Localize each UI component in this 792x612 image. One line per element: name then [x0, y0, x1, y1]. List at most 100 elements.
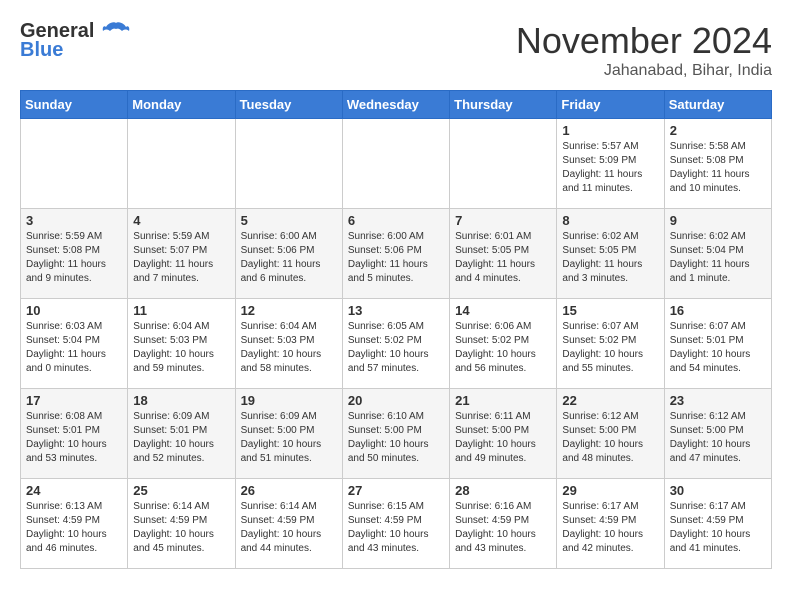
- day-number: 17: [26, 393, 122, 408]
- day-number: 1: [562, 123, 658, 138]
- weekday-header-tuesday: Tuesday: [235, 91, 342, 119]
- calendar-cell: [21, 119, 128, 209]
- day-info: Sunrise: 5:58 AM Sunset: 5:08 PM Dayligh…: [670, 140, 766, 196]
- day-info: Sunrise: 5:57 AM Sunset: 5:09 PM Dayligh…: [562, 140, 658, 196]
- day-number: 10: [26, 303, 122, 318]
- calendar-cell: 7 Sunrise: 6:01 AM Sunset: 5:05 PM Daylig…: [450, 209, 557, 299]
- calendar-cell: [450, 119, 557, 209]
- day-number: 20: [348, 393, 444, 408]
- calendar-cell: [235, 119, 342, 209]
- day-number: 23: [670, 393, 766, 408]
- weekday-header-monday: Monday: [128, 91, 235, 119]
- day-number: 4: [133, 213, 229, 228]
- calendar-cell: 25Sunrise: 6:14 AM Sunset: 4:59 PM Dayli…: [128, 479, 235, 569]
- calendar-week-row: 3Sunrise: 5:59 AM Sunset: 5:08 PM Daylig…: [21, 209, 772, 299]
- day-info: Sunrise: 6:17 AM Sunset: 4:59 PM Dayligh…: [562, 500, 658, 556]
- day-number: 15: [562, 303, 658, 318]
- day-number: 28: [455, 483, 551, 498]
- day-info: Sunrise: 6:09 AM Sunset: 5:01 PM Dayligh…: [133, 410, 229, 466]
- calendar-cell: 27 Sunrise: 6:15 AM Sunset: 4:59 PM Dayli…: [342, 479, 449, 569]
- day-number: 14: [455, 303, 551, 318]
- logo-line2: Blue: [20, 39, 63, 62]
- day-info: Sunrise: 6:04 AM Sunset: 5:03 PM Dayligh…: [241, 320, 337, 376]
- calendar-cell: 26 Sunrise: 6:14 AM Sunset: 4:59 PM Dayli…: [235, 479, 342, 569]
- calendar-cell: 19 Sunrise: 6:09 AM Sunset: 5:00 PM Dayli…: [235, 389, 342, 479]
- day-number: 12: [241, 303, 337, 318]
- day-info: Sunrise: 6:08 AM Sunset: 5:01 PM Dayligh…: [26, 410, 122, 466]
- day-number: 27: [348, 483, 444, 498]
- location-subtitle: Jahanabad, Bihar, India: [516, 62, 772, 80]
- day-info: Sunrise: 6:17 AM Sunset: 4:59 PM Dayligh…: [670, 500, 766, 556]
- weekday-header-sunday: Sunday: [21, 91, 128, 119]
- day-info: Sunrise: 6:07 AM Sunset: 5:02 PM Dayligh…: [562, 320, 658, 376]
- calendar-cell: 16Sunrise: 6:07 AM Sunset: 5:01 PM Dayli…: [664, 299, 771, 389]
- day-number: 26: [241, 483, 337, 498]
- weekday-header-friday: Friday: [557, 91, 664, 119]
- day-info: Sunrise: 6:15 AM Sunset: 4:59 PM Dayligh…: [348, 500, 444, 556]
- day-info: Sunrise: 6:16 AM Sunset: 4:59 PM Dayligh…: [455, 500, 551, 556]
- calendar-cell: 24 Sunrise: 6:13 AM Sunset: 4:59 PM Dayli…: [21, 479, 128, 569]
- calendar-cell: 22 Sunrise: 6:12 AM Sunset: 5:00 PM Dayli…: [557, 389, 664, 479]
- day-number: 13: [348, 303, 444, 318]
- calendar-cell: 20 Sunrise: 6:10 AM Sunset: 5:00 PM Dayli…: [342, 389, 449, 479]
- logo-bird-icon: [102, 21, 130, 43]
- calendar-cell: 12 Sunrise: 6:04 AM Sunset: 5:03 PM Dayli…: [235, 299, 342, 389]
- day-info: Sunrise: 6:06 AM Sunset: 5:02 PM Dayligh…: [455, 320, 551, 376]
- calendar-week-row: 10 Sunrise: 6:03 AM Sunset: 5:04 PM Dayli…: [21, 299, 772, 389]
- day-number: 5: [241, 213, 337, 228]
- day-info: Sunrise: 6:02 AM Sunset: 5:05 PM Dayligh…: [562, 230, 658, 286]
- weekday-header-row: SundayMondayTuesdayWednesdayThursdayFrid…: [21, 91, 772, 119]
- day-number: 9: [670, 213, 766, 228]
- calendar-cell: 9 Sunrise: 6:02 AM Sunset: 5:04 PM Daylig…: [664, 209, 771, 299]
- calendar-cell: 17 Sunrise: 6:08 AM Sunset: 5:01 PM Dayli…: [21, 389, 128, 479]
- calendar-cell: 15 Sunrise: 6:07 AM Sunset: 5:02 PM Dayli…: [557, 299, 664, 389]
- calendar-cell: [128, 119, 235, 209]
- calendar-week-row: 1 Sunrise: 5:57 AM Sunset: 5:09 PM Daylig…: [21, 119, 772, 209]
- day-info: Sunrise: 6:00 AM Sunset: 5:06 PM Dayligh…: [348, 230, 444, 286]
- calendar-cell: 11Sunrise: 6:04 AM Sunset: 5:03 PM Dayli…: [128, 299, 235, 389]
- calendar-table: SundayMondayTuesdayWednesdayThursdayFrid…: [20, 90, 772, 569]
- day-number: 18: [133, 393, 229, 408]
- calendar-cell: 6 Sunrise: 6:00 AM Sunset: 5:06 PM Daylig…: [342, 209, 449, 299]
- day-number: 6: [348, 213, 444, 228]
- day-info: Sunrise: 6:14 AM Sunset: 4:59 PM Dayligh…: [241, 500, 337, 556]
- day-info: Sunrise: 5:59 AM Sunset: 5:07 PM Dayligh…: [133, 230, 229, 286]
- day-number: 21: [455, 393, 551, 408]
- calendar-cell: 21 Sunrise: 6:11 AM Sunset: 5:00 PM Dayli…: [450, 389, 557, 479]
- calendar-cell: 4 Sunrise: 5:59 AM Sunset: 5:07 PM Daylig…: [128, 209, 235, 299]
- calendar-cell: 2 Sunrise: 5:58 AM Sunset: 5:08 PM Daylig…: [664, 119, 771, 209]
- day-number: 2: [670, 123, 766, 138]
- calendar-cell: 13 Sunrise: 6:05 AM Sunset: 5:02 PM Dayli…: [342, 299, 449, 389]
- day-number: 8: [562, 213, 658, 228]
- logo: General Blue: [20, 20, 130, 62]
- day-info: Sunrise: 6:09 AM Sunset: 5:00 PM Dayligh…: [241, 410, 337, 466]
- calendar-cell: 5 Sunrise: 6:00 AM Sunset: 5:06 PM Daylig…: [235, 209, 342, 299]
- day-info: Sunrise: 6:00 AM Sunset: 5:06 PM Dayligh…: [241, 230, 337, 286]
- day-info: Sunrise: 6:13 AM Sunset: 4:59 PM Dayligh…: [26, 500, 122, 556]
- calendar-week-row: 24 Sunrise: 6:13 AM Sunset: 4:59 PM Dayli…: [21, 479, 772, 569]
- day-info: Sunrise: 6:12 AM Sunset: 5:00 PM Dayligh…: [670, 410, 766, 466]
- calendar-cell: 14 Sunrise: 6:06 AM Sunset: 5:02 PM Dayli…: [450, 299, 557, 389]
- day-info: Sunrise: 6:02 AM Sunset: 5:04 PM Dayligh…: [670, 230, 766, 286]
- calendar-cell: 3Sunrise: 5:59 AM Sunset: 5:08 PM Daylig…: [21, 209, 128, 299]
- day-info: Sunrise: 6:10 AM Sunset: 5:00 PM Dayligh…: [348, 410, 444, 466]
- weekday-header-saturday: Saturday: [664, 91, 771, 119]
- day-number: 11: [133, 303, 229, 318]
- day-info: Sunrise: 6:01 AM Sunset: 5:05 PM Dayligh…: [455, 230, 551, 286]
- day-number: 7: [455, 213, 551, 228]
- day-number: 30: [670, 483, 766, 498]
- day-info: Sunrise: 5:59 AM Sunset: 5:08 PM Dayligh…: [26, 230, 122, 286]
- day-info: Sunrise: 6:12 AM Sunset: 5:00 PM Dayligh…: [562, 410, 658, 466]
- day-number: 24: [26, 483, 122, 498]
- day-number: 25: [133, 483, 229, 498]
- day-info: Sunrise: 6:05 AM Sunset: 5:02 PM Dayligh…: [348, 320, 444, 376]
- weekday-header-thursday: Thursday: [450, 91, 557, 119]
- day-number: 19: [241, 393, 337, 408]
- day-info: Sunrise: 6:11 AM Sunset: 5:00 PM Dayligh…: [455, 410, 551, 466]
- calendar-cell: 29Sunrise: 6:17 AM Sunset: 4:59 PM Dayli…: [557, 479, 664, 569]
- day-number: 16: [670, 303, 766, 318]
- logo-blue-label: Blue: [20, 39, 63, 61]
- day-info: Sunrise: 6:03 AM Sunset: 5:04 PM Dayligh…: [26, 320, 122, 376]
- day-number: 22: [562, 393, 658, 408]
- month-title: November 2024: [516, 20, 772, 62]
